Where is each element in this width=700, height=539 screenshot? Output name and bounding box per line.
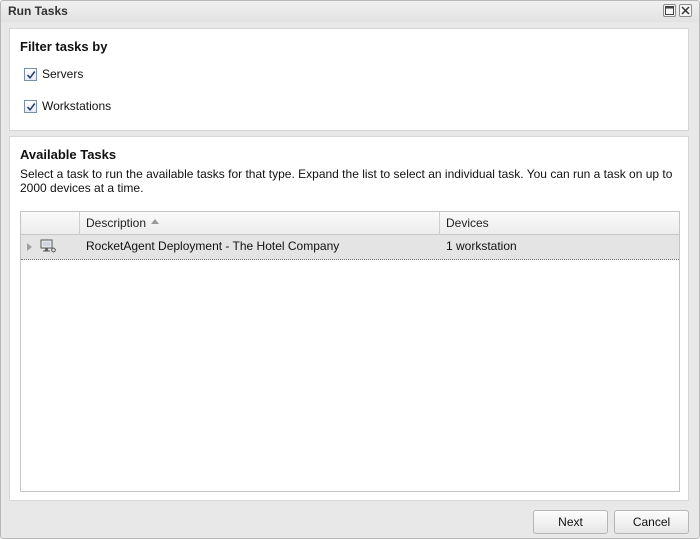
servers-checkbox[interactable] — [24, 67, 37, 81]
servers-filter-option[interactable]: Servers — [24, 67, 83, 81]
workstations-checkbox[interactable] — [24, 99, 37, 113]
tasks-grid: Description Devices RocketAgent Deployme… — [20, 211, 680, 492]
checkmark-icon — [26, 70, 36, 79]
task-description-cell: RocketAgent Deployment - The Hotel Compa… — [86, 239, 340, 253]
filter-heading: Filter tasks by — [20, 39, 108, 54]
available-tasks-panel: Available Tasks Select a task to run the… — [9, 136, 689, 501]
close-icon — [681, 6, 690, 15]
column-header-devices[interactable]: Devices — [440, 212, 679, 234]
maximize-icon — [665, 6, 674, 15]
cancel-button[interactable]: Cancel — [614, 510, 689, 534]
column-header-description[interactable]: Description — [80, 212, 440, 234]
column-header-expander — [21, 212, 80, 234]
workstations-label: Workstations — [42, 99, 112, 113]
workstations-filter-option[interactable]: Workstations — [24, 99, 111, 113]
maximize-button[interactable] — [663, 4, 676, 17]
next-button[interactable]: Next — [533, 510, 608, 534]
workstation-icon — [40, 239, 56, 253]
column-header-devices-label: Devices — [446, 216, 489, 230]
dialog-titlebar[interactable]: Run Tasks — [1, 1, 699, 22]
tasks-grid-header: Description Devices — [21, 212, 679, 235]
available-tasks-description: Select a task to run the available tasks… — [20, 167, 673, 195]
expand-row-icon[interactable] — [27, 243, 32, 251]
task-devices-cell: 1 workstation — [446, 239, 517, 253]
checkmark-icon — [26, 102, 36, 111]
filter-panel: Filter tasks by Servers Workstations — [9, 28, 689, 131]
dialog-title: Run Tasks — [8, 4, 68, 18]
sort-ascending-icon — [151, 219, 160, 225]
run-tasks-dialog: Run Tasks Filter tasks by Servers Workst… — [0, 0, 700, 539]
available-tasks-heading: Available Tasks — [20, 147, 117, 162]
close-button[interactable] — [679, 4, 692, 17]
table-row[interactable]: RocketAgent Deployment - The Hotel Compa… — [21, 235, 679, 260]
servers-label: Servers — [42, 67, 84, 81]
column-header-description-label: Description — [86, 216, 147, 230]
